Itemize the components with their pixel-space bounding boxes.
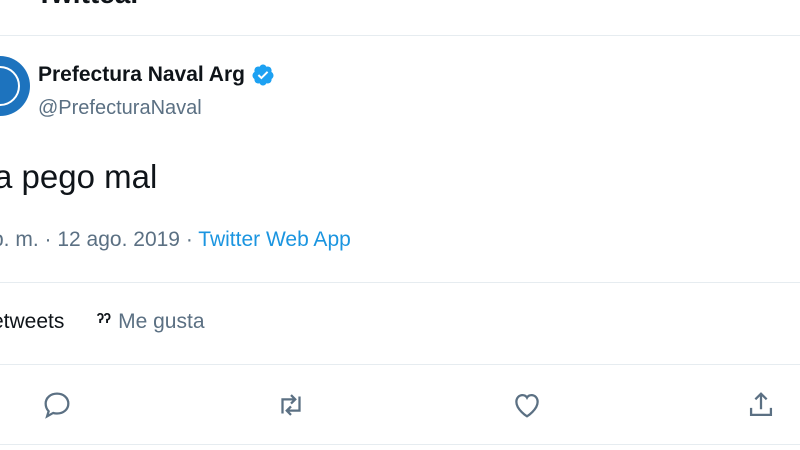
- avatar-emblem-ring: [0, 66, 20, 106]
- tweet-meta: p. m. · 12 ago. 2019 · Twitter Web App: [0, 228, 351, 252]
- author-handle[interactable]: @PrefecturaNaval: [38, 97, 202, 120]
- reply-button[interactable]: [40, 388, 74, 422]
- tweet-source-link[interactable]: Twitter Web App: [198, 228, 351, 251]
- tweet-time[interactable]: p. m.: [0, 228, 39, 251]
- retweets-label[interactable]: etweets: [0, 310, 64, 333]
- reply-icon: [44, 392, 70, 419]
- page-title: Twittear: [36, 0, 141, 10]
- share-button[interactable]: [744, 388, 778, 422]
- tweet-text: a pego mal: [0, 158, 158, 195]
- meta-divider: [0, 282, 800, 283]
- verified-badge-icon: [252, 64, 274, 86]
- author-display-name[interactable]: Prefectura Naval Arg: [38, 63, 245, 87]
- tweet-date[interactable]: 12 ago. 2019: [57, 228, 180, 251]
- stats-divider: [0, 364, 800, 365]
- share-icon: [749, 392, 773, 417]
- retweet-icon: [281, 394, 301, 416]
- header-divider: [0, 35, 800, 36]
- likes-count[interactable]: ˀˀ: [96, 310, 111, 334]
- retweet-button[interactable]: [274, 388, 308, 422]
- actions-divider: [0, 444, 800, 445]
- like-button[interactable]: [510, 388, 544, 422]
- author-name-row: Prefectura Naval Arg: [38, 63, 275, 87]
- meta-separator: ·: [38, 228, 58, 251]
- avatar[interactable]: [0, 56, 30, 116]
- likes-label[interactable]: Me gusta: [118, 310, 204, 333]
- meta-separator: ·: [179, 228, 199, 251]
- tweet-stats: etweets ˀˀ Me gusta: [0, 310, 205, 334]
- heart-icon: [515, 393, 539, 418]
